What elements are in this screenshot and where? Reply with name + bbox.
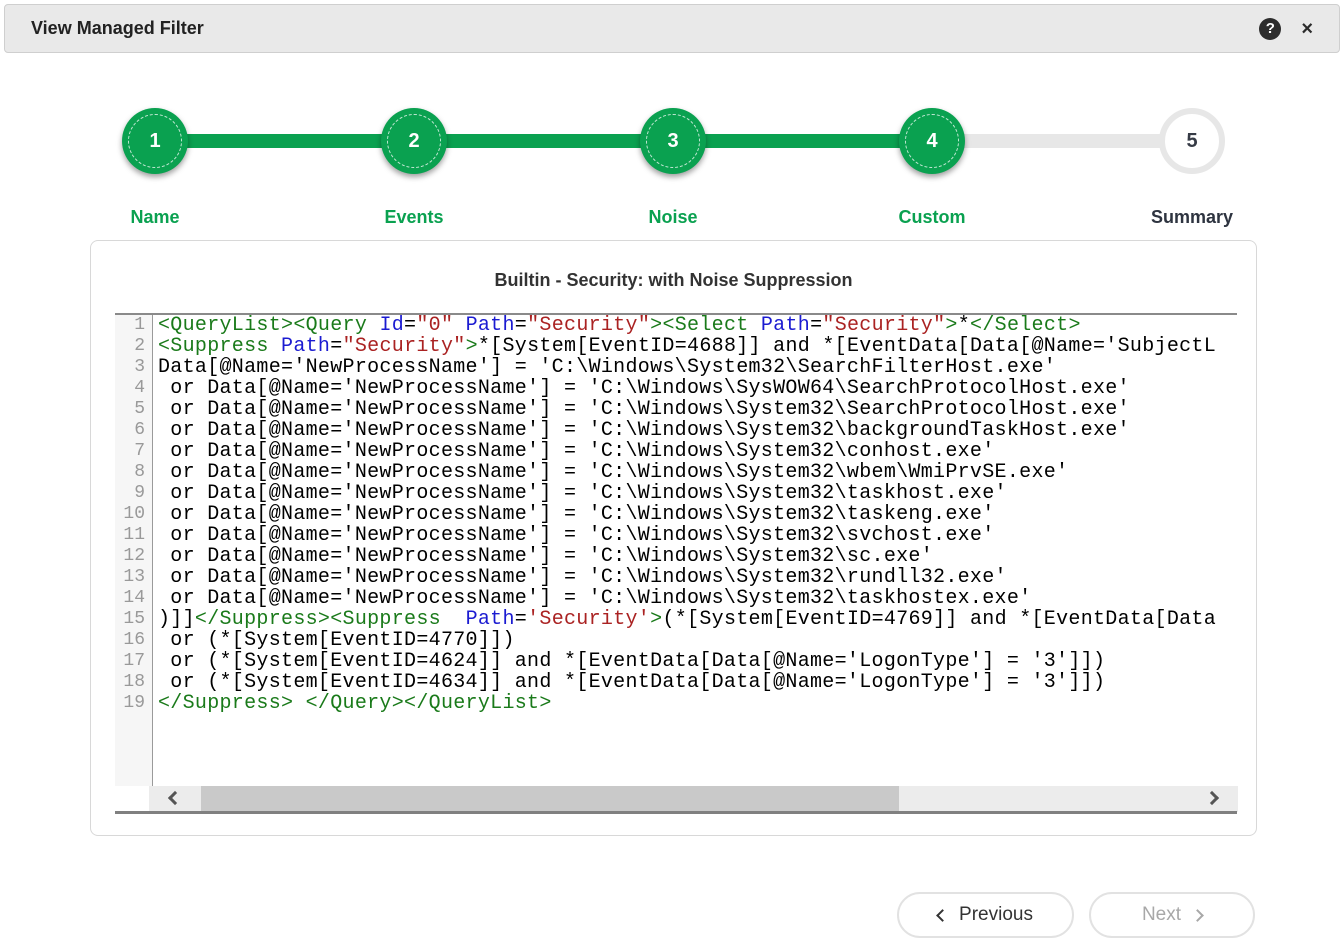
line-number: 1 [115, 315, 145, 336]
line-number-gutter: 12345678910111213141516171819 [115, 315, 153, 786]
step-5-circle[interactable]: 5 [1159, 108, 1225, 174]
step-2-label: Events [344, 207, 484, 228]
line-number: 16 [115, 630, 145, 651]
line-number: 19 [115, 693, 145, 714]
step-3-circle[interactable]: 3 [640, 108, 706, 174]
next-button-label: Next [1142, 904, 1181, 926]
scroll-right-button[interactable] [1186, 786, 1238, 812]
step-noise: 3 Noise [603, 108, 743, 228]
scroll-left-button[interactable] [149, 786, 201, 812]
step-summary: 5 Summary [1122, 108, 1262, 228]
panel-bottom-divider [115, 811, 1237, 814]
line-number: 9 [115, 483, 145, 504]
code-line: or Data[@Name='NewProcessName'] = 'C:\Wi… [158, 399, 1237, 420]
step-2-number: 2 [408, 130, 419, 153]
step-4-circle[interactable]: 4 [899, 108, 965, 174]
code-line: or Data[@Name='NewProcessName'] = 'C:\Wi… [158, 588, 1237, 609]
line-number: 14 [115, 588, 145, 609]
next-button[interactable]: Next [1089, 892, 1255, 938]
code-viewer: 12345678910111213141516171819 <QueryList… [115, 315, 1237, 786]
line-number: 13 [115, 567, 145, 588]
filter-title: Builtin - Security: with Noise Suppressi… [91, 270, 1256, 291]
line-number: 6 [115, 420, 145, 441]
filter-panel: Builtin - Security: with Noise Suppressi… [90, 240, 1257, 836]
line-number: 7 [115, 441, 145, 462]
step-1-label: Name [85, 207, 225, 228]
code-line: or Data[@Name='NewProcessName'] = 'C:\Wi… [158, 462, 1237, 483]
code-line: or Data[@Name='NewProcessName'] = 'C:\Wi… [158, 567, 1237, 588]
step-2-circle[interactable]: 2 [381, 108, 447, 174]
previous-button[interactable]: Previous [897, 892, 1074, 938]
code-line: or Data[@Name='NewProcessName'] = 'C:\Wi… [158, 525, 1237, 546]
step-events: 2 Events [344, 108, 484, 228]
scrollbar-thumb[interactable] [201, 786, 899, 812]
line-number: 4 [115, 378, 145, 399]
code-line: or Data[@Name='NewProcessName'] = 'C:\Wi… [158, 441, 1237, 462]
horizontal-scrollbar[interactable] [149, 786, 1238, 812]
step-3-label: Noise [603, 207, 743, 228]
step-3-number: 3 [667, 130, 678, 153]
previous-button-label: Previous [959, 904, 1033, 926]
code-line: or Data[@Name='NewProcessName'] = 'C:\Wi… [158, 420, 1237, 441]
code-line: <Suppress Path="Security">*[System[Event… [158, 336, 1237, 357]
line-number: 3 [115, 357, 145, 378]
step-1-circle[interactable]: 1 [122, 108, 188, 174]
wizard-stepper: 1 Name 2 Events 3 Noise 4 Custom 5 Summa… [0, 0, 1344, 240]
step-4-label: Custom [862, 207, 1002, 228]
code-line: or Data[@Name='NewProcessName'] = 'C:\Wi… [158, 546, 1237, 567]
chevron-right-icon [1191, 909, 1204, 922]
step-custom: 4 Custom [862, 108, 1002, 228]
line-number: 10 [115, 504, 145, 525]
line-number: 11 [115, 525, 145, 546]
line-number: 8 [115, 462, 145, 483]
step-1-number: 1 [149, 130, 160, 153]
code-line: </Suppress> </Query></QueryList> [158, 693, 1237, 714]
line-number: 12 [115, 546, 145, 567]
line-number: 2 [115, 336, 145, 357]
step-name: 1 Name [85, 108, 225, 228]
code-line: <QueryList><Query Id="0" Path="Security"… [158, 315, 1237, 336]
step-4-number: 4 [926, 130, 937, 153]
code-line: or Data[@Name='NewProcessName'] = 'C:\Wi… [158, 378, 1237, 399]
line-number: 18 [115, 672, 145, 693]
code-line: or (*[System[EventID=4624]] and *[EventD… [158, 651, 1237, 672]
line-number: 17 [115, 651, 145, 672]
line-number: 15 [115, 609, 145, 630]
code-line: Data[@Name='NewProcessName'] = 'C:\Windo… [158, 357, 1237, 378]
chevron-right-icon [1205, 791, 1219, 805]
code-line: )]]</Suppress><Suppress Path='Security'>… [158, 609, 1237, 630]
code-content: <QueryList><Query Id="0" Path="Security"… [153, 315, 1237, 786]
step-5-label: Summary [1122, 207, 1262, 228]
code-line: or Data[@Name='NewProcessName'] = 'C:\Wi… [158, 504, 1237, 525]
line-number: 5 [115, 399, 145, 420]
code-line: or (*[System[EventID=4634]] and *[EventD… [158, 672, 1237, 693]
chevron-left-icon [168, 791, 182, 805]
code-line: or Data[@Name='NewProcessName'] = 'C:\Wi… [158, 483, 1237, 504]
code-line: or (*[System[EventID=4770]]) [158, 630, 1237, 651]
step-5-number: 5 [1186, 130, 1197, 153]
chevron-left-icon [936, 909, 949, 922]
